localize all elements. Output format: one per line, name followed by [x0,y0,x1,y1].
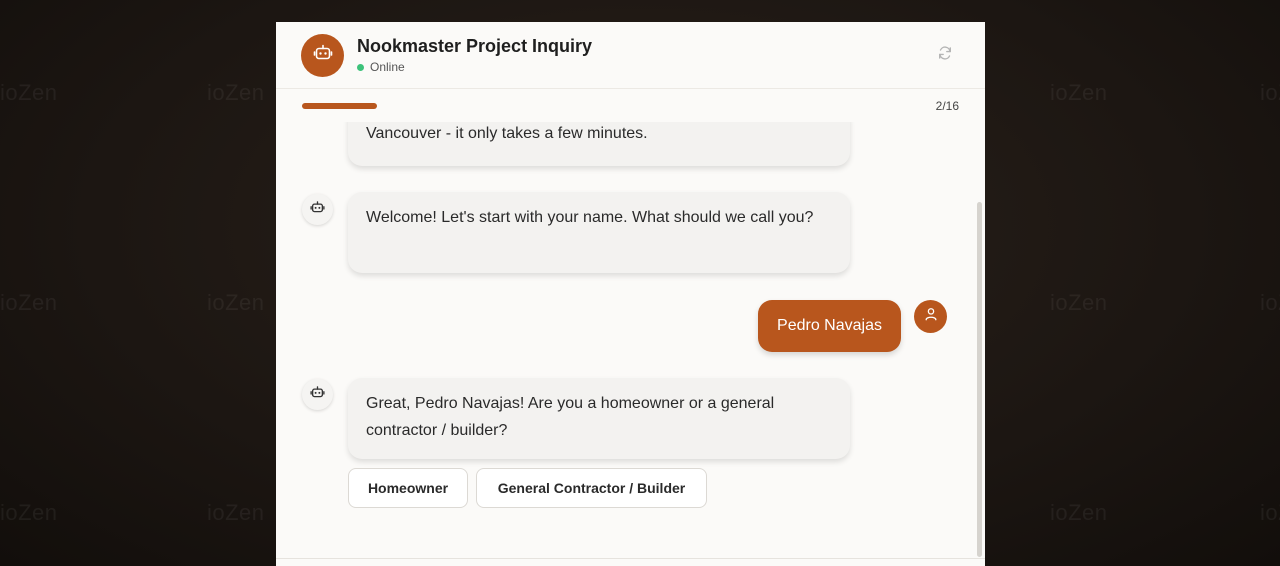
chat-title: Nookmaster Project Inquiry [357,36,593,56]
robot-icon [310,200,325,220]
robot-icon [313,43,333,68]
user-avatar [914,300,947,333]
bot-message: Welcome! Let's start with your name. Wha… [348,192,850,273]
watermark-text: ioZen [1050,290,1108,315]
watermark-text: ioZen [1260,290,1280,315]
watermark-text: ioZen [1260,500,1280,525]
chat-header: Nookmaster Project Inquiry Online [276,22,985,89]
watermark-text: ioZen [0,500,58,525]
watermark-text: ioZen [1260,80,1280,105]
bot-avatar [301,34,344,77]
refresh-button[interactable] [935,45,955,65]
watermark-text: ioZen [207,500,265,525]
watermark-text: ioZen [207,80,265,105]
progress-count: 2/16 [935,99,959,113]
watermark-text: ioZen [0,80,58,105]
bot-message: Vancouver - it only takes a few minutes. [348,122,850,166]
option-contractor-button[interactable]: General Contractor / Builder [476,468,707,508]
chat-panel: Nookmaster Project Inquiry Online 2/16 V… [276,22,985,566]
watermark-text: ioZen [0,290,58,315]
message-text: Welcome! Let's start with your name. Wha… [366,209,814,226]
message-list[interactable]: Vancouver - it only takes a few minutes.… [276,122,985,566]
online-dot [357,63,364,71]
watermark-text: ioZen [1050,500,1108,525]
message-text: Vancouver - it only takes a few minutes. [366,125,648,142]
message-text: Great, Pedro Navajas! Are you a homeowne… [366,395,775,439]
bot-avatar-small [302,379,333,410]
refresh-icon [937,45,953,66]
user-message: Pedro Navajas [758,300,901,352]
progress-bar [302,103,902,109]
watermark-text: ioZen [1050,80,1108,105]
status-indicator: Online [357,60,405,74]
bot-message: Great, Pedro Navajas! Are you a homeowne… [348,378,850,459]
divider [276,558,985,559]
option-homeowner-button[interactable]: Homeowner [348,468,468,508]
watermark-text: ioZen [207,290,265,315]
user-icon [924,307,938,326]
progress-fill [302,103,377,109]
robot-icon [310,385,325,405]
bot-avatar-small [302,194,333,225]
message-text: Pedro Navajas [777,317,882,334]
status-text: Online [370,60,405,74]
scrollbar[interactable] [977,202,982,557]
